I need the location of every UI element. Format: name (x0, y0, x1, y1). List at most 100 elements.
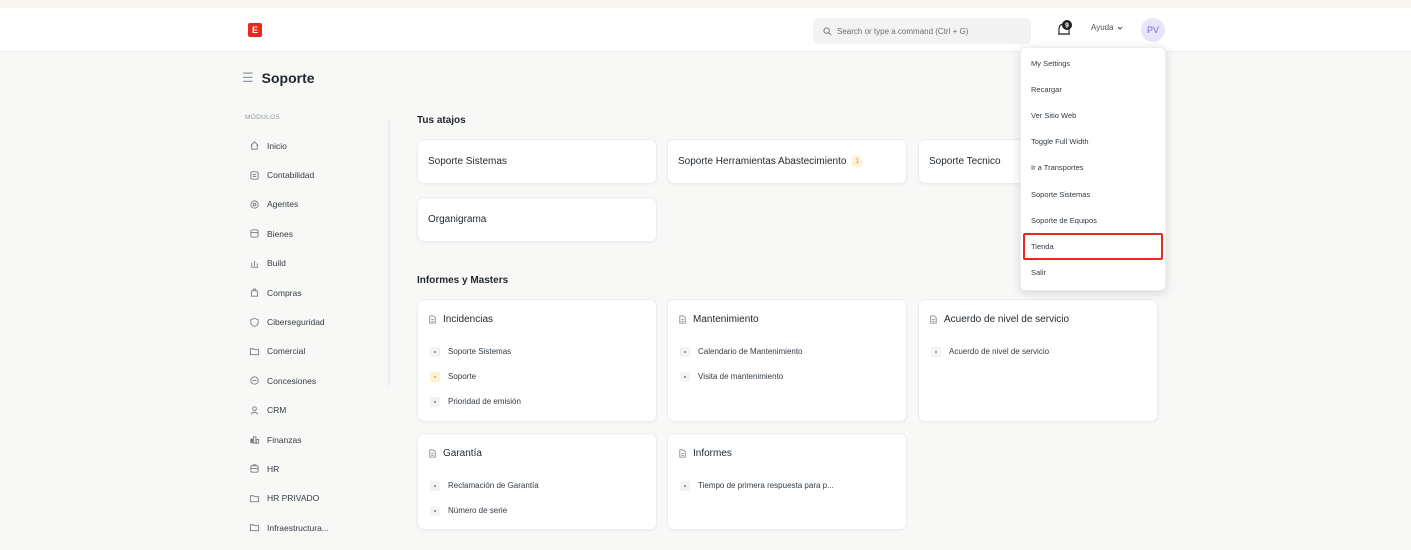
menu-item-soporte-equipos[interactable]: Soporte de Equipos (1021, 207, 1165, 233)
document-icon (930, 315, 937, 324)
card-title-label: Informes (693, 448, 732, 459)
shortcut-label: Soporte Herramientas Abastecimiento (678, 156, 847, 167)
folder-icon (249, 524, 260, 532)
sidebar-item-infraestructura[interactable]: Infraestructura... (242, 513, 382, 542)
link-label: Soporte (448, 372, 477, 381)
search-icon (823, 26, 832, 35)
sidebar-item-label: Concesiones (267, 375, 317, 386)
shortcut-label: Soporte Tecnico (929, 156, 1001, 167)
sidebar-item-ciberseguridad[interactable]: Ciberseguridad (242, 307, 382, 336)
link-label: Calendario de Mantenimiento (698, 347, 803, 356)
sidebar-item-label: Bienes (267, 228, 293, 239)
bullet-icon (430, 480, 440, 491)
sidebar-item-bienes[interactable]: Bienes (242, 219, 382, 248)
sidebar-item-agentes[interactable]: Agentes (242, 190, 382, 219)
card-title[interactable]: Mantenimiento (678, 314, 896, 325)
sidebar-item-build[interactable]: Build (242, 249, 382, 278)
concessions-icon (250, 376, 259, 385)
sidebar: MÓDULOS Inicio Contabilidad Agentes Bien… (242, 114, 382, 542)
shortcut-organigrama[interactable]: Organigrama (417, 197, 657, 242)
sidebar-item-concesiones[interactable]: Concesiones (242, 366, 382, 395)
sidebar-item-crm[interactable]: CRM (242, 396, 382, 425)
document-icon (679, 449, 686, 458)
sidebar-item-label: Infraestructura... (267, 522, 329, 533)
menu-item-soporte-sistemas[interactable]: Soporte Sistemas (1021, 181, 1165, 207)
link-numero-serie[interactable]: Número de serie (428, 498, 646, 523)
link-soporte[interactable]: Soporte (428, 364, 646, 389)
bullet-icon (680, 346, 690, 357)
link-label: Prioridad de emisión (448, 397, 521, 406)
help-dropdown[interactable]: Ayuda (1091, 23, 1123, 32)
purchases-icon (250, 288, 259, 297)
card-title[interactable]: Acuerdo de nivel de servicio (929, 314, 1147, 325)
shortcut-soporte-tecnico[interactable]: Soporte Tecnico (918, 139, 1020, 184)
sidebar-item-inicio[interactable]: Inicio (242, 131, 382, 160)
bullet-icon (430, 346, 440, 357)
link-soporte-sistemas[interactable]: Soporte Sistemas (428, 339, 646, 364)
bullet-icon (430, 505, 440, 516)
link-calendario-mantenimiento[interactable]: Calendario de Mantenimiento (678, 339, 896, 364)
agents-icon (250, 200, 259, 209)
shortcut-soporte-sistemas[interactable]: Soporte Sistemas (417, 139, 657, 184)
sidebar-item-label: Build (267, 258, 286, 269)
sidebar-scrollbar[interactable] (388, 120, 390, 386)
link-label: Reclamación de Garantía (448, 481, 539, 490)
menu-item-toggle-full-width[interactable]: Toggle Full Width (1021, 129, 1165, 155)
sidebar-item-label: HR PRIVADO (267, 493, 320, 504)
card-title[interactable]: Incidencias (428, 314, 646, 325)
bullet-icon (430, 396, 440, 407)
shortcut-count-badge: 1 (852, 156, 863, 167)
document-icon (429, 315, 436, 324)
top-strip (0, 0, 1411, 8)
navbar: E Search or type a command (Ctrl + G) 9 … (0, 8, 1411, 52)
menu-item-ir-a-transportes[interactable]: Ir a Transportes (1021, 155, 1165, 181)
sidebar-item-label: Comercial (267, 346, 306, 357)
avatar[interactable]: PV (1141, 18, 1165, 42)
menu-item-tienda[interactable]: Tienda (1023, 233, 1163, 260)
finance-icon (250, 436, 260, 444)
bell-icon: 9 (1058, 20, 1072, 35)
app-logo[interactable]: E (248, 23, 262, 37)
sidebar-item-label: HR (267, 463, 280, 474)
card-mantenimiento: Mantenimiento Calendario de Mantenimient… (667, 299, 907, 422)
reports-title: Informes y Masters (417, 275, 509, 286)
menu-item-ver-sitio-web[interactable]: Ver Sitio Web (1021, 102, 1165, 128)
link-reclamacion-garantia[interactable]: Reclamación de Garantía (428, 473, 646, 498)
card-garantia: Garantía Reclamación de Garantía Número … (417, 433, 657, 530)
shortcut-label: Soporte Sistemas (428, 156, 507, 167)
menu-toggle-icon[interactable]: ☰ (242, 70, 254, 86)
menu-item-salir[interactable]: Salir (1021, 260, 1165, 286)
shortcut-label: Organigrama (428, 214, 487, 225)
link-tiempo-primera-respuesta[interactable]: Tiempo de primera respuesta para p... (678, 473, 896, 498)
shortcut-soporte-herramientas[interactable]: Soporte Herramientas Abastecimiento 1 (667, 139, 907, 184)
sidebar-item-comercial[interactable]: Comercial (242, 337, 382, 366)
chevron-down-icon (1117, 26, 1122, 30)
notifications-button[interactable]: 9 (1055, 20, 1075, 40)
search-placeholder: Search or type a command (Ctrl + G) (837, 26, 969, 36)
menu-item-my-settings[interactable]: My Settings (1021, 50, 1165, 76)
accounting-icon (250, 170, 259, 180)
sidebar-item-label: CRM (267, 405, 287, 416)
folder-icon (249, 495, 260, 503)
link-visita-mantenimiento[interactable]: Visita de mantenimiento (678, 364, 896, 389)
sidebar-item-hr-privado[interactable]: HR PRIVADO (242, 484, 382, 513)
sidebar-item-finanzas[interactable]: Finanzas (242, 425, 382, 454)
bullet-icon (680, 371, 690, 382)
crm-icon (250, 406, 259, 415)
menu-item-recargar[interactable]: Recargar (1021, 76, 1165, 102)
sidebar-item-contabilidad[interactable]: Contabilidad (242, 160, 382, 189)
search-input[interactable]: Search or type a command (Ctrl + G) (813, 18, 1031, 44)
sidebar-item-label: Agentes (267, 199, 299, 210)
sidebar-item-hr[interactable]: HR (242, 454, 382, 483)
card-title[interactable]: Garantía (428, 448, 646, 459)
link-label: Soporte Sistemas (448, 347, 512, 356)
sidebar-item-compras[interactable]: Compras (242, 278, 382, 307)
card-title[interactable]: Informes (678, 448, 896, 459)
card-incidencias: Incidencias Soporte Sistemas Soporte Pri… (417, 299, 657, 422)
card-title-label: Mantenimiento (693, 314, 759, 325)
link-prioridad-emision[interactable]: Prioridad de emisión (428, 389, 646, 414)
assets-icon (250, 229, 259, 238)
link-label: Tiempo de primera respuesta para p... (698, 481, 834, 490)
link-acuerdo-nivel-servicio[interactable]: Acuerdo de nivel de servicio (929, 339, 1147, 364)
folder-icon (249, 348, 260, 356)
